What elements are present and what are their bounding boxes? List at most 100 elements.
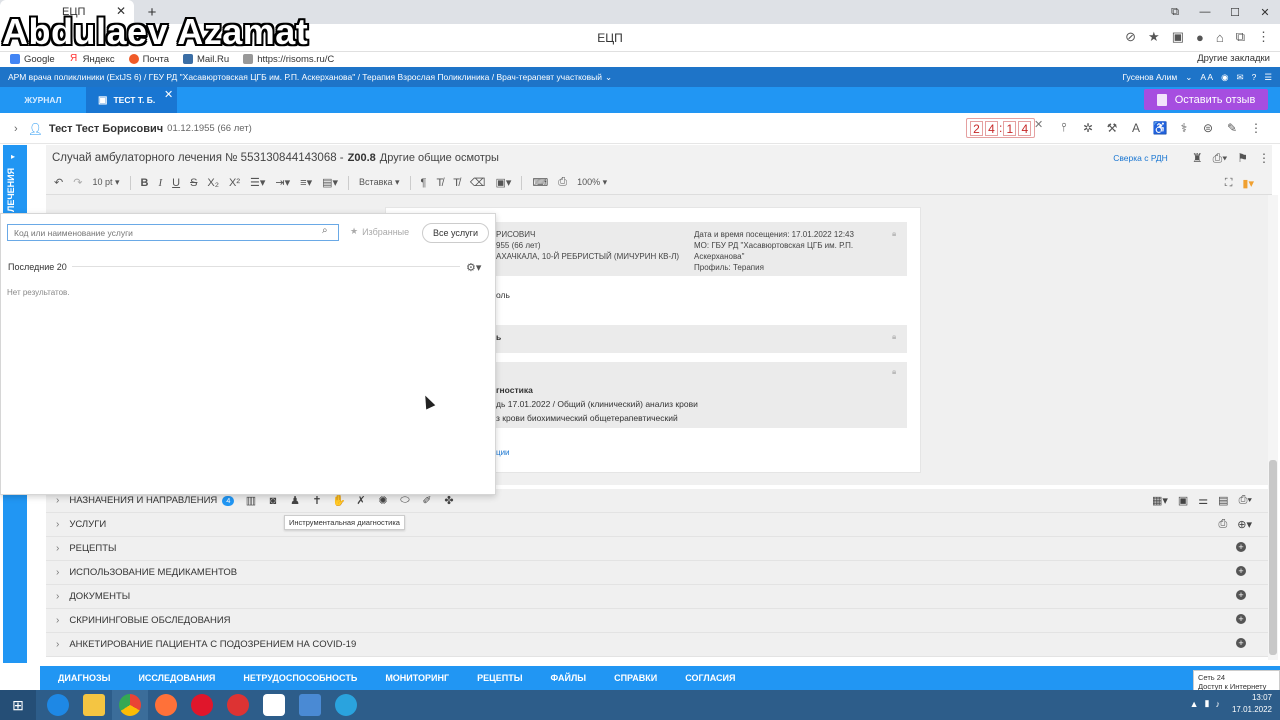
all-services-button[interactable]: Все услуги xyxy=(422,223,489,243)
eraser-icon[interactable]: ⌫ xyxy=(470,176,486,189)
tab-journal[interactable]: ЖУРНАЛ xyxy=(0,87,86,113)
calendar-icon[interactable]: ▤ xyxy=(1218,494,1228,507)
add-icon[interactable]: + xyxy=(1236,614,1246,624)
lab-icon[interactable]: ▥ xyxy=(244,494,258,507)
pill-icon[interactable]: ⊜ xyxy=(1200,121,1216,135)
zoom-select[interactable]: 100% ▾ xyxy=(577,177,607,188)
chevron-right-icon[interactable]: › xyxy=(56,591,59,602)
close-icon[interactable]: ✕ xyxy=(164,88,173,101)
nav-certificates[interactable]: СПРАВКИ xyxy=(614,673,657,683)
paragraph-icon[interactable]: ¶ xyxy=(421,177,427,189)
print-icon[interactable]: ⎙▾ xyxy=(1213,151,1228,166)
tab-patient[interactable]: ▣ ТЕСТ Т. Б. ✕ xyxy=(86,87,178,113)
add-icon[interactable]: ⊕▾ xyxy=(1237,518,1252,531)
blocked-icon[interactable]: ⊘ xyxy=(1125,29,1136,45)
favorites-filter[interactable]: ★ Избранные xyxy=(350,226,409,237)
bookmark-google[interactable]: Google xyxy=(10,54,55,65)
doctor-icon[interactable]: ♜ xyxy=(1192,151,1203,165)
browser-menu-icon[interactable]: ⋮ xyxy=(1257,29,1270,45)
system-clock[interactable]: 13:07 17.01.2022 xyxy=(1232,692,1272,716)
scrollbar-thumb[interactable] xyxy=(1269,460,1277,655)
bookmark-star-icon[interactable]: ★ xyxy=(1148,29,1160,45)
font-size-control[interactable]: A A xyxy=(1200,72,1213,82)
indent-icon[interactable]: ⇥▾ xyxy=(275,176,290,189)
superscript-icon[interactable]: X² xyxy=(229,177,240,189)
tree-icon[interactable]: ⚌ xyxy=(1198,494,1208,507)
firefox-icon[interactable] xyxy=(148,690,184,720)
add-icon[interactable]: + xyxy=(1236,566,1246,576)
more-icon[interactable]: ⋮ xyxy=(1258,151,1270,165)
list-icon[interactable]: ☰▾ xyxy=(250,176,265,189)
bookmark-risoms[interactable]: https://risoms.ru/C xyxy=(243,54,334,65)
nav-studies[interactable]: ИССЛЕДОВАНИЯ xyxy=(138,673,215,683)
table-view-icon[interactable]: ▦▾ xyxy=(1152,494,1168,507)
add-icon[interactable]: + xyxy=(1236,638,1246,648)
mail-icon[interactable]: ✉ xyxy=(1237,72,1244,83)
tools-icon[interactable]: ⚒ xyxy=(1104,121,1120,135)
gear-icon[interactable]: ⚙▾ xyxy=(466,261,481,274)
bookmark-yandex[interactable]: Я Яндекс xyxy=(68,54,115,65)
volume-icon[interactable]: ♪ xyxy=(1216,699,1221,709)
undo-icon[interactable]: ↶ xyxy=(54,176,63,189)
fullscreen-icon[interactable]: ⛶ xyxy=(1225,177,1233,190)
ccleaner-icon[interactable] xyxy=(220,690,256,720)
add-icon[interactable]: + xyxy=(1236,542,1246,552)
consultation-icon[interactable]: ♟ xyxy=(288,494,302,507)
nav-consents[interactable]: СОГЛАСИЯ xyxy=(685,673,735,683)
lock-icon[interactable]: 🔒︎ xyxy=(892,229,896,239)
procedure-icon[interactable]: ✝ xyxy=(310,494,324,507)
print-icon[interactable]: ⎙ xyxy=(1218,518,1227,531)
menu-icon[interactable]: ☰ xyxy=(1264,72,1272,83)
save-icon[interactable]: ▣ xyxy=(1178,494,1188,507)
bookmark-mailru[interactable]: Mail.Ru xyxy=(182,54,229,65)
lock-icon[interactable]: 🔒︎ xyxy=(892,332,896,342)
add-icon[interactable]: + xyxy=(1236,590,1246,600)
user-name[interactable]: Гусенов Алим xyxy=(1123,72,1178,82)
chevron-right-icon[interactable]: › xyxy=(56,639,59,650)
section-prescriptions[interactable]: › РЕЦЕПТЫ + xyxy=(46,537,1268,561)
underline-icon[interactable]: U xyxy=(172,177,180,189)
search-icon[interactable]: ⌕ xyxy=(322,225,328,236)
chevron-right-icon[interactable]: › xyxy=(56,495,59,506)
chevron-right-icon[interactable]: › xyxy=(14,123,18,135)
nav-prescriptions[interactable]: РЕЦЕПТЫ xyxy=(477,673,522,683)
surgery-icon[interactable]: ✤ xyxy=(442,494,456,507)
chrome-icon[interactable] xyxy=(112,690,148,720)
clear-format-icon[interactable]: T̸ xyxy=(453,177,460,189)
section-covid-survey[interactable]: › АНКЕТИРОВАНИЕ ПАЦИЕНТА С ПОДОЗРЕНИЕМ Н… xyxy=(46,633,1268,657)
nav-disability[interactable]: НЕТРУДОСПОСОБНОСТЬ xyxy=(243,673,357,683)
section-services[interactable]: › УСЛУГИ xyxy=(46,513,1268,537)
lock-icon[interactable]: 🔒︎ xyxy=(892,367,896,377)
subscript-icon[interactable]: X₂ xyxy=(207,177,219,189)
network-icon[interactable]: ▮ xyxy=(1205,698,1210,709)
restore-window-icon[interactable]: ⧉ xyxy=(1160,6,1190,19)
explorer-icon[interactable] xyxy=(76,690,112,720)
close-window-icon[interactable]: ✕ xyxy=(1250,6,1280,19)
section-documents[interactable]: › ДОКУМЕНТЫ + xyxy=(46,585,1268,609)
bold-icon[interactable]: B xyxy=(141,177,149,189)
telegram-icon[interactable] xyxy=(328,690,364,720)
physio-icon[interactable]: ✺ xyxy=(376,494,390,507)
instrumental-diagnostics-icon[interactable]: ◙ xyxy=(266,495,280,507)
mail-agent-icon[interactable] xyxy=(292,690,328,720)
chevron-right-icon[interactable]: › xyxy=(56,543,59,554)
maximize-icon[interactable]: ☐ xyxy=(1220,6,1250,19)
extension-icon[interactable]: ⌂ xyxy=(1216,30,1224,45)
strikethrough-icon[interactable]: S xyxy=(190,177,197,189)
chevron-right-icon[interactable]: › xyxy=(56,567,59,578)
chevron-right-icon[interactable]: › xyxy=(56,519,59,530)
chevron-down-icon[interactable]: ⌄ xyxy=(1185,72,1192,83)
align-icon[interactable]: ≡▾ xyxy=(300,176,312,189)
triangle-icon[interactable]: A xyxy=(1128,121,1144,135)
virus-icon[interactable]: ✲ xyxy=(1080,121,1096,135)
more-icon[interactable]: ⋮ xyxy=(1248,121,1264,135)
tray-expand-icon[interactable]: ▲ xyxy=(1190,699,1199,709)
extensions-puzzle-icon[interactable]: ⧉ xyxy=(1236,29,1245,45)
start-button[interactable]: ⊞ xyxy=(0,690,36,720)
diet-icon[interactable]: ✗ xyxy=(354,494,368,507)
print-icon[interactable]: ⎙ xyxy=(558,176,567,189)
feedback-button[interactable]: Оставить отзыв xyxy=(1144,89,1268,110)
chevron-down-icon[interactable]: ⌄ xyxy=(605,72,612,83)
close-timer-icon[interactable]: ✕ xyxy=(1034,118,1043,131)
anthropometry-icon[interactable]: ⫯ xyxy=(1056,120,1072,135)
